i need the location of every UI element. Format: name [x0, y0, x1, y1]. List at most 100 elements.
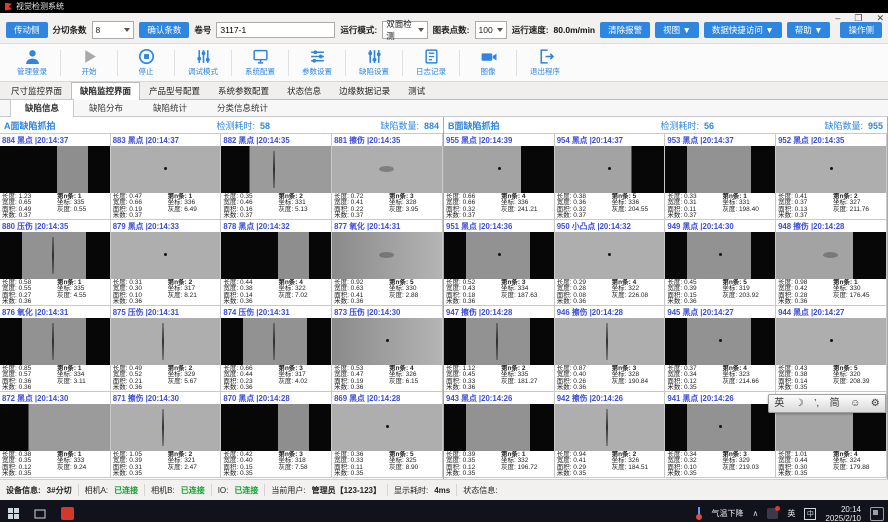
sub-tab-0[interactable]: 缺陷信息 [10, 99, 74, 117]
main-tab-6[interactable]: 测试 [399, 82, 434, 99]
defect-cell-881[interactable]: 881 擦伤 |20:14:35长度: 0.72宽度: 0.41面积: 0.22… [332, 134, 443, 220]
defect-cell-947[interactable]: 947 擦伤 |20:14:28长度: 1.12宽度: 0.45面积: 0.33… [444, 306, 555, 392]
defect-cell-951[interactable]: 951 黑点 |20:14:36长度: 0.52宽度: 0.43面积: 0.18… [444, 220, 555, 306]
ribbon-button-user[interactable]: 管理登录 [4, 46, 60, 80]
defect-cell-877[interactable]: 877 氧化 |20:14:31长度: 0.92宽度: 0.63面积: 0.41… [332, 220, 443, 306]
defect-image[interactable] [0, 404, 110, 451]
defect-image[interactable] [665, 404, 775, 451]
task-view-icon[interactable] [33, 507, 47, 521]
ribbon-button-monitor[interactable]: 系统配置 [232, 46, 288, 80]
defect-image[interactable] [332, 318, 442, 365]
ime-english-mode[interactable]: 英 [774, 399, 784, 409]
defect-cell-950[interactable]: 950 小凸点 |20:14:32长度: 0.29宽度: 0.28面积: 0.0… [555, 220, 666, 306]
defect-image[interactable] [776, 318, 886, 365]
defect-cell-873[interactable]: 873 压伤 |20:14:30长度: 0.53宽度: 0.47面积: 0.19… [332, 306, 443, 392]
defect-image[interactable] [776, 232, 886, 279]
chart-points-select[interactable]: 100 [475, 21, 507, 39]
defect-image[interactable] [555, 146, 665, 193]
defect-image[interactable] [555, 232, 665, 279]
notification-badge-icon[interactable] [767, 508, 778, 519]
defect-image[interactable] [444, 232, 554, 279]
defect-image[interactable] [444, 318, 554, 365]
defect-image[interactable] [555, 404, 665, 451]
defect-image[interactable] [0, 232, 110, 279]
ribbon-button-camera[interactable]: 图像 [460, 46, 516, 80]
slit-count-select[interactable]: 8 [92, 21, 135, 39]
defect-image[interactable] [555, 318, 665, 365]
operate-side-button[interactable]: 操作侧 [840, 22, 882, 38]
ribbon-button-tune[interactable]: 调试模式 [175, 46, 231, 80]
defect-image[interactable] [0, 146, 110, 193]
main-tab-2[interactable]: 产品型号配置 [140, 82, 209, 99]
inspection-app-taskbar-icon[interactable] [61, 507, 74, 520]
ribbon-button-play[interactable]: 开始 [61, 46, 117, 80]
defect-image[interactable] [221, 404, 331, 451]
defect-image[interactable] [444, 146, 554, 193]
sub-tab-1[interactable]: 缺陷分布 [74, 99, 138, 116]
defect-image[interactable] [111, 318, 221, 365]
defect-image[interactable] [665, 318, 775, 365]
main-tab-0[interactable]: 尺寸监控界面 [2, 82, 71, 99]
defect-image[interactable] [111, 404, 221, 451]
defect-cell-872[interactable]: 872 黑点 |20:14:30长度: 0.38宽度: 0.35面积: 0.12… [0, 392, 111, 478]
defect-cell-882[interactable]: 882 黑点 |20:14:35长度: 0.35宽度: 0.46面积: 0.16… [221, 134, 332, 220]
defect-cell-942[interactable]: 942 擦伤 |20:14:26长度: 0.94宽度: 0.41面积: 0.29… [555, 392, 666, 478]
ribbon-button-sliders[interactable]: 参数设置 [289, 46, 345, 80]
defect-cell-883[interactable]: 883 黑点 |20:14:37长度: 0.47宽度: 0.66面积: 0.19… [111, 134, 222, 220]
roll-no-input[interactable] [216, 22, 335, 38]
defect-cell-946[interactable]: 946 擦伤 |20:14:28长度: 0.87宽度: 0.40面积: 0.26… [555, 306, 666, 392]
defect-cell-875[interactable]: 875 压伤 |20:14:31长度: 0.49宽度: 0.52面积: 0.21… [111, 306, 222, 392]
ime-punctuation[interactable]: ’, [814, 399, 819, 409]
defect-image[interactable] [332, 232, 442, 279]
defect-cell-954[interactable]: 954 黑点 |20:14:37长度: 0.38宽度: 0.36面积: 0.32… [555, 134, 666, 220]
defect-cell-952[interactable]: 952 黑点 |20:14:35长度: 0.41宽度: 0.37面积: 0.13… [776, 134, 887, 220]
defect-cell-880[interactable]: 880 压伤 |20:14:35长度: 0.58宽度: 0.55面积: 0.27… [0, 220, 111, 306]
main-tab-5[interactable]: 边缘数据记录 [330, 82, 399, 99]
gear-icon[interactable]: ⚙ [871, 399, 880, 409]
defect-cell-879[interactable]: 879 黑点 |20:14:33长度: 0.31宽度: 0.30面积: 0.10… [111, 220, 222, 306]
defect-cell-955[interactable]: 955 黑点 |20:14:39长度: 0.66宽度: 0.66面积: 0.32… [444, 134, 555, 220]
defect-image[interactable] [221, 146, 331, 193]
tray-expand-icon[interactable]: ∧ [753, 509, 759, 518]
ime-mode-icon[interactable]: 中 [804, 508, 816, 520]
defect-image[interactable] [111, 146, 221, 193]
sub-tab-3[interactable]: 分类信息统计 [202, 99, 283, 116]
defect-image[interactable] [776, 146, 886, 193]
defect-cell-870[interactable]: 870 黑点 |20:14:28长度: 0.42宽度: 0.40面积: 0.15… [221, 392, 332, 478]
main-tab-3[interactable]: 系统参数配置 [209, 82, 278, 99]
weather-text[interactable]: 气温下降 [712, 508, 744, 519]
ribbon-button-log[interactable]: 日志记录 [403, 46, 459, 80]
emoji-icon[interactable]: ☺ [850, 399, 860, 409]
clear-alarm-button[interactable]: 清除报警 [600, 22, 650, 38]
moon-icon[interactable]: ☽ [795, 399, 804, 409]
defect-image[interactable] [444, 404, 554, 451]
defect-image[interactable] [665, 232, 775, 279]
defect-image[interactable] [0, 318, 110, 365]
ribbon-button-sliders2[interactable]: 缺陷设置 [346, 46, 402, 80]
data-quick-access-button[interactable]: 数据快捷访问 ▼ [704, 22, 782, 38]
sub-tab-2[interactable]: 缺陷统计 [138, 99, 202, 116]
view-menu-button[interactable]: 视图 ▼ [655, 22, 699, 38]
run-mode-select[interactable]: 双面检测 [382, 21, 427, 39]
defect-cell-869[interactable]: 869 黑点 |20:14:28长度: 0.36宽度: 0.33面积: 0.11… [332, 392, 443, 478]
defect-image[interactable] [665, 146, 775, 193]
defect-image[interactable] [332, 404, 442, 451]
language-indicator[interactable]: 英 [787, 508, 795, 519]
start-button[interactable] [8, 508, 19, 519]
confirm-count-button[interactable]: 确认条数 [139, 22, 189, 38]
ime-simplified-chinese[interactable]: 简 [830, 399, 840, 409]
defect-cell-878[interactable]: 878 黑点 |20:14:32长度: 0.44宽度: 0.38面积: 0.14… [221, 220, 332, 306]
defect-cell-945[interactable]: 945 黑点 |20:14:27长度: 0.37宽度: 0.34面积: 0.12… [665, 306, 776, 392]
defect-image[interactable] [221, 318, 331, 365]
action-center-icon[interactable] [870, 507, 884, 521]
defect-cell-941[interactable]: 941 黑点 |20:14:26长度: 0.34宽度: 0.32面积: 0.10… [665, 392, 776, 478]
defect-cell-884[interactable]: 884 黑点 |20:14:37长度: 1.23宽度: 0.65面积: 0.49… [0, 134, 111, 220]
defect-cell-949[interactable]: 949 黑点 |20:14:30长度: 0.45宽度: 0.39面积: 0.15… [665, 220, 776, 306]
main-tab-4[interactable]: 状态信息 [278, 82, 330, 99]
defect-cell-948[interactable]: 948 擦伤 |20:14:28长度: 0.98宽度: 0.42面积: 0.28… [776, 220, 887, 306]
defect-image[interactable] [332, 146, 442, 193]
defect-cell-944[interactable]: 944 黑点 |20:14:27长度: 0.43宽度: 0.38面积: 0.14… [776, 306, 887, 392]
defect-image[interactable] [221, 232, 331, 279]
defect-image[interactable] [111, 232, 221, 279]
defect-cell-871[interactable]: 871 擦伤 |20:14:30长度: 1.05宽度: 0.39面积: 0.31… [111, 392, 222, 478]
